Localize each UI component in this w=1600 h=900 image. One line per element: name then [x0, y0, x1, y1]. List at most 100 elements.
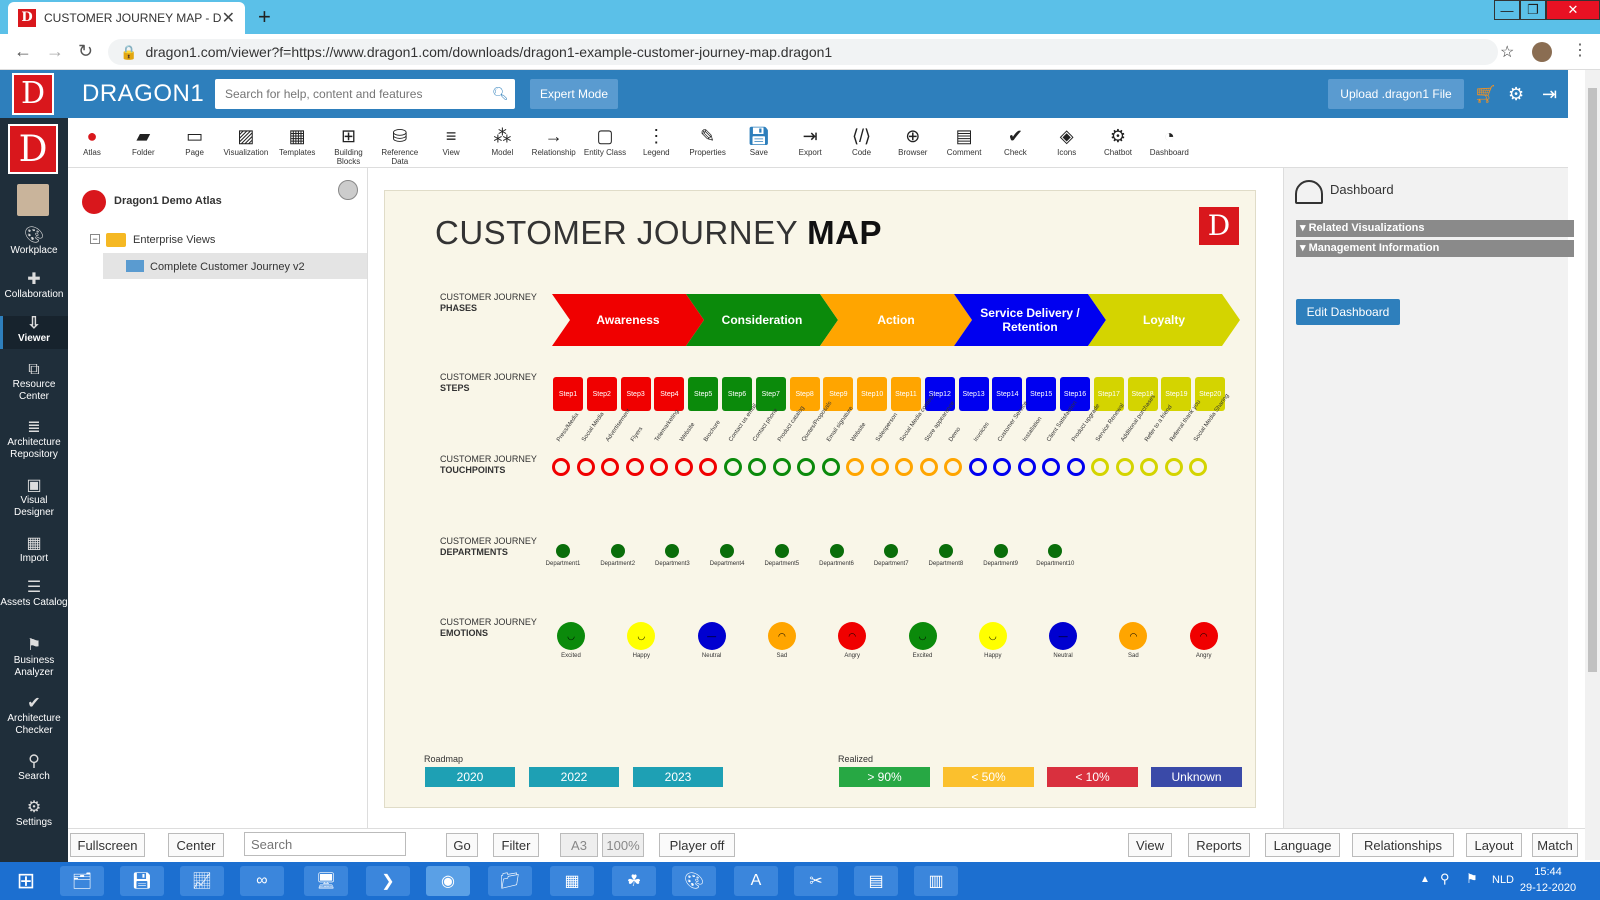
emotion-angry-face-icon[interactable]: ◠: [1189, 622, 1218, 650]
roadmap-year-2023[interactable]: 2023: [633, 767, 723, 787]
touchpoint-circle[interactable]: [723, 458, 742, 476]
touchpoint-circle[interactable]: [919, 458, 938, 476]
tray-arrow-icon[interactable]: ▲: [1420, 874, 1430, 885]
tool-view[interactable]: ≡ View: [426, 124, 476, 157]
floppy-app-icon[interactable]: 💾︎: [120, 866, 164, 896]
expert-mode-button[interactable]: Expert Mode: [530, 79, 618, 109]
edit-dashboard-button[interactable]: Edit Dashboard: [1296, 299, 1400, 325]
nav-search[interactable]: ⚲ Search: [0, 754, 68, 787]
emotion-neutral-face-icon[interactable]: —: [697, 622, 726, 650]
bookmark-star-icon[interactable]: ☆: [1500, 42, 1514, 62]
phase-2[interactable]: Action: [820, 294, 972, 346]
realized-legend-item[interactable]: Unknown: [1151, 767, 1242, 787]
step-box[interactable]: Step8: [789, 377, 820, 411]
touchpoint-circle[interactable]: [748, 458, 766, 476]
powershell-icon[interactable]: ❯: [366, 866, 410, 896]
phase-1[interactable]: Consideration: [686, 294, 838, 346]
nav-settings[interactable]: ⚙ Settings: [0, 800, 68, 833]
nav-architecture-repository[interactable]: ≣ Architecture Repository: [0, 420, 68, 465]
realized-legend-item[interactable]: < 50%: [943, 767, 1034, 787]
step-box[interactable]: Step13: [958, 377, 989, 411]
step-box[interactable]: Step2: [586, 377, 617, 411]
realized-legend-item[interactable]: < 10%: [1047, 767, 1138, 787]
touchpoint-circle[interactable]: [625, 458, 644, 476]
step-box[interactable]: Step19: [1161, 377, 1192, 411]
touchpoint-circle[interactable]: [1164, 458, 1183, 476]
nav-assets-catalog[interactable]: ☰ Assets Catalog: [0, 580, 68, 613]
system-clock[interactable]: 15:44 29-12-2020: [1506, 864, 1590, 896]
touchpoint-circle[interactable]: [846, 458, 864, 476]
touchpoint-circle[interactable]: [1017, 458, 1036, 476]
calculator-icon[interactable]: ▦: [550, 866, 594, 896]
phone-app-icon[interactable]: ▤: [854, 866, 898, 896]
touchpoint-circle[interactable]: [699, 458, 717, 476]
step-box[interactable]: Step5: [688, 377, 719, 411]
infinity-app-icon[interactable]: ∞: [240, 866, 284, 896]
tool-browser[interactable]: ⊕ Browser: [888, 124, 938, 157]
windows-start-icon[interactable]: ⊞: [4, 866, 48, 896]
tools-icon[interactable]: ✂: [794, 866, 838, 896]
new-tab-icon[interactable]: +: [258, 4, 271, 30]
tool-building-blocks[interactable]: ⊞ Building Blocks: [324, 124, 374, 166]
user-avatar[interactable]: [17, 184, 49, 216]
go-button[interactable]: Go: [446, 833, 478, 857]
close-window-icon[interactable]: ✕: [1546, 0, 1600, 20]
help-search-input[interactable]: [215, 79, 515, 109]
step-box[interactable]: Step10: [857, 377, 888, 411]
tool-save[interactable]: 💾︎ Save: [734, 124, 784, 157]
zoom-level[interactable]: 100%: [602, 833, 644, 857]
browser-menu-icon[interactable]: ⋮: [1572, 40, 1588, 60]
tool-export[interactable]: ⇥ Export: [785, 124, 835, 157]
tool-model[interactable]: ⁂ Model: [477, 124, 527, 157]
touchpoint-circle[interactable]: [895, 458, 913, 476]
tool-visualization[interactable]: ▨ Visualization: [221, 124, 271, 157]
step-box[interactable]: Step11: [891, 377, 921, 411]
touchpoint-circle[interactable]: [674, 458, 693, 476]
language-button[interactable]: Language: [1265, 833, 1340, 857]
url-field[interactable]: 🔒 dragon1.com/viewer?f=https://www.drago…: [108, 39, 1498, 65]
chrome-icon[interactable]: ◉: [426, 866, 470, 896]
tray-network-icon[interactable]: ⚲: [1440, 871, 1450, 887]
touchpoint-circle[interactable]: [1140, 458, 1158, 476]
step-box[interactable]: Step6: [722, 377, 752, 411]
forward-icon[interactable]: →: [46, 41, 64, 62]
department-dot[interactable]: [556, 544, 570, 558]
logout-icon[interactable]: ⇥: [1542, 84, 1557, 105]
step-box[interactable]: Step1: [553, 377, 583, 411]
emotion-happy-face-icon[interactable]: ◡: [978, 622, 1007, 650]
emotion-excited-face-icon[interactable]: ◡: [557, 622, 585, 650]
emotion-neutral-face-icon[interactable]: —: [1049, 622, 1078, 650]
player-button[interactable]: Player off: [659, 833, 735, 857]
step-box[interactable]: Step3: [620, 377, 651, 411]
tool-templates[interactable]: ▦ Templates: [272, 124, 322, 157]
reports-button[interactable]: Reports: [1188, 833, 1250, 857]
nav-resource-center[interactable]: ⧉ Resource Center: [0, 362, 68, 407]
center-button[interactable]: Center: [168, 833, 224, 857]
dragon-app-icon[interactable]: ☘: [612, 866, 656, 896]
fullscreen-button[interactable]: Fullscreen: [70, 833, 145, 857]
tool-properties[interactable]: ✎ Properties: [683, 124, 733, 157]
explorer-folder-icon[interactable]: 📁︎: [488, 866, 532, 896]
bottom-search-input[interactable]: [244, 832, 406, 856]
touchpoint-circle[interactable]: [1042, 458, 1060, 476]
cart-icon[interactable]: 🛒︎: [1474, 84, 1497, 105]
tool-relationship[interactable]: → Relationship: [529, 124, 579, 157]
related-visualizations-section[interactable]: ▾ Related Visualizations: [1296, 220, 1574, 237]
touchpoint-circle[interactable]: [1115, 458, 1134, 476]
dragon1-side-logo[interactable]: D: [8, 124, 58, 174]
department-dot[interactable]: [610, 544, 625, 558]
match-button[interactable]: Match: [1532, 833, 1578, 857]
nav-collaboration[interactable]: ✚ Collaboration: [0, 272, 68, 305]
profile-avatar[interactable]: [1532, 42, 1552, 62]
nav-architecture-checker[interactable]: ✔ Architecture Checker: [0, 696, 68, 741]
monitor-app-icon[interactable]: 🖥︎: [304, 866, 348, 896]
tool-folder[interactable]: ▰ Folder: [118, 124, 168, 157]
filter-button[interactable]: Filter: [493, 833, 539, 857]
tree-collapse-icon[interactable]: −: [90, 234, 100, 244]
back-icon[interactable]: ←: [14, 41, 32, 62]
tool-entity-class[interactable]: ▢ Entity Class: [580, 124, 630, 157]
nav-viewer[interactable]: ⇩ Viewer: [0, 316, 68, 349]
phase-3[interactable]: Service Delivery / Retention: [954, 294, 1106, 346]
paint-icon[interactable]: 🎨︎: [672, 866, 716, 896]
paper-size[interactable]: A3: [560, 833, 598, 857]
